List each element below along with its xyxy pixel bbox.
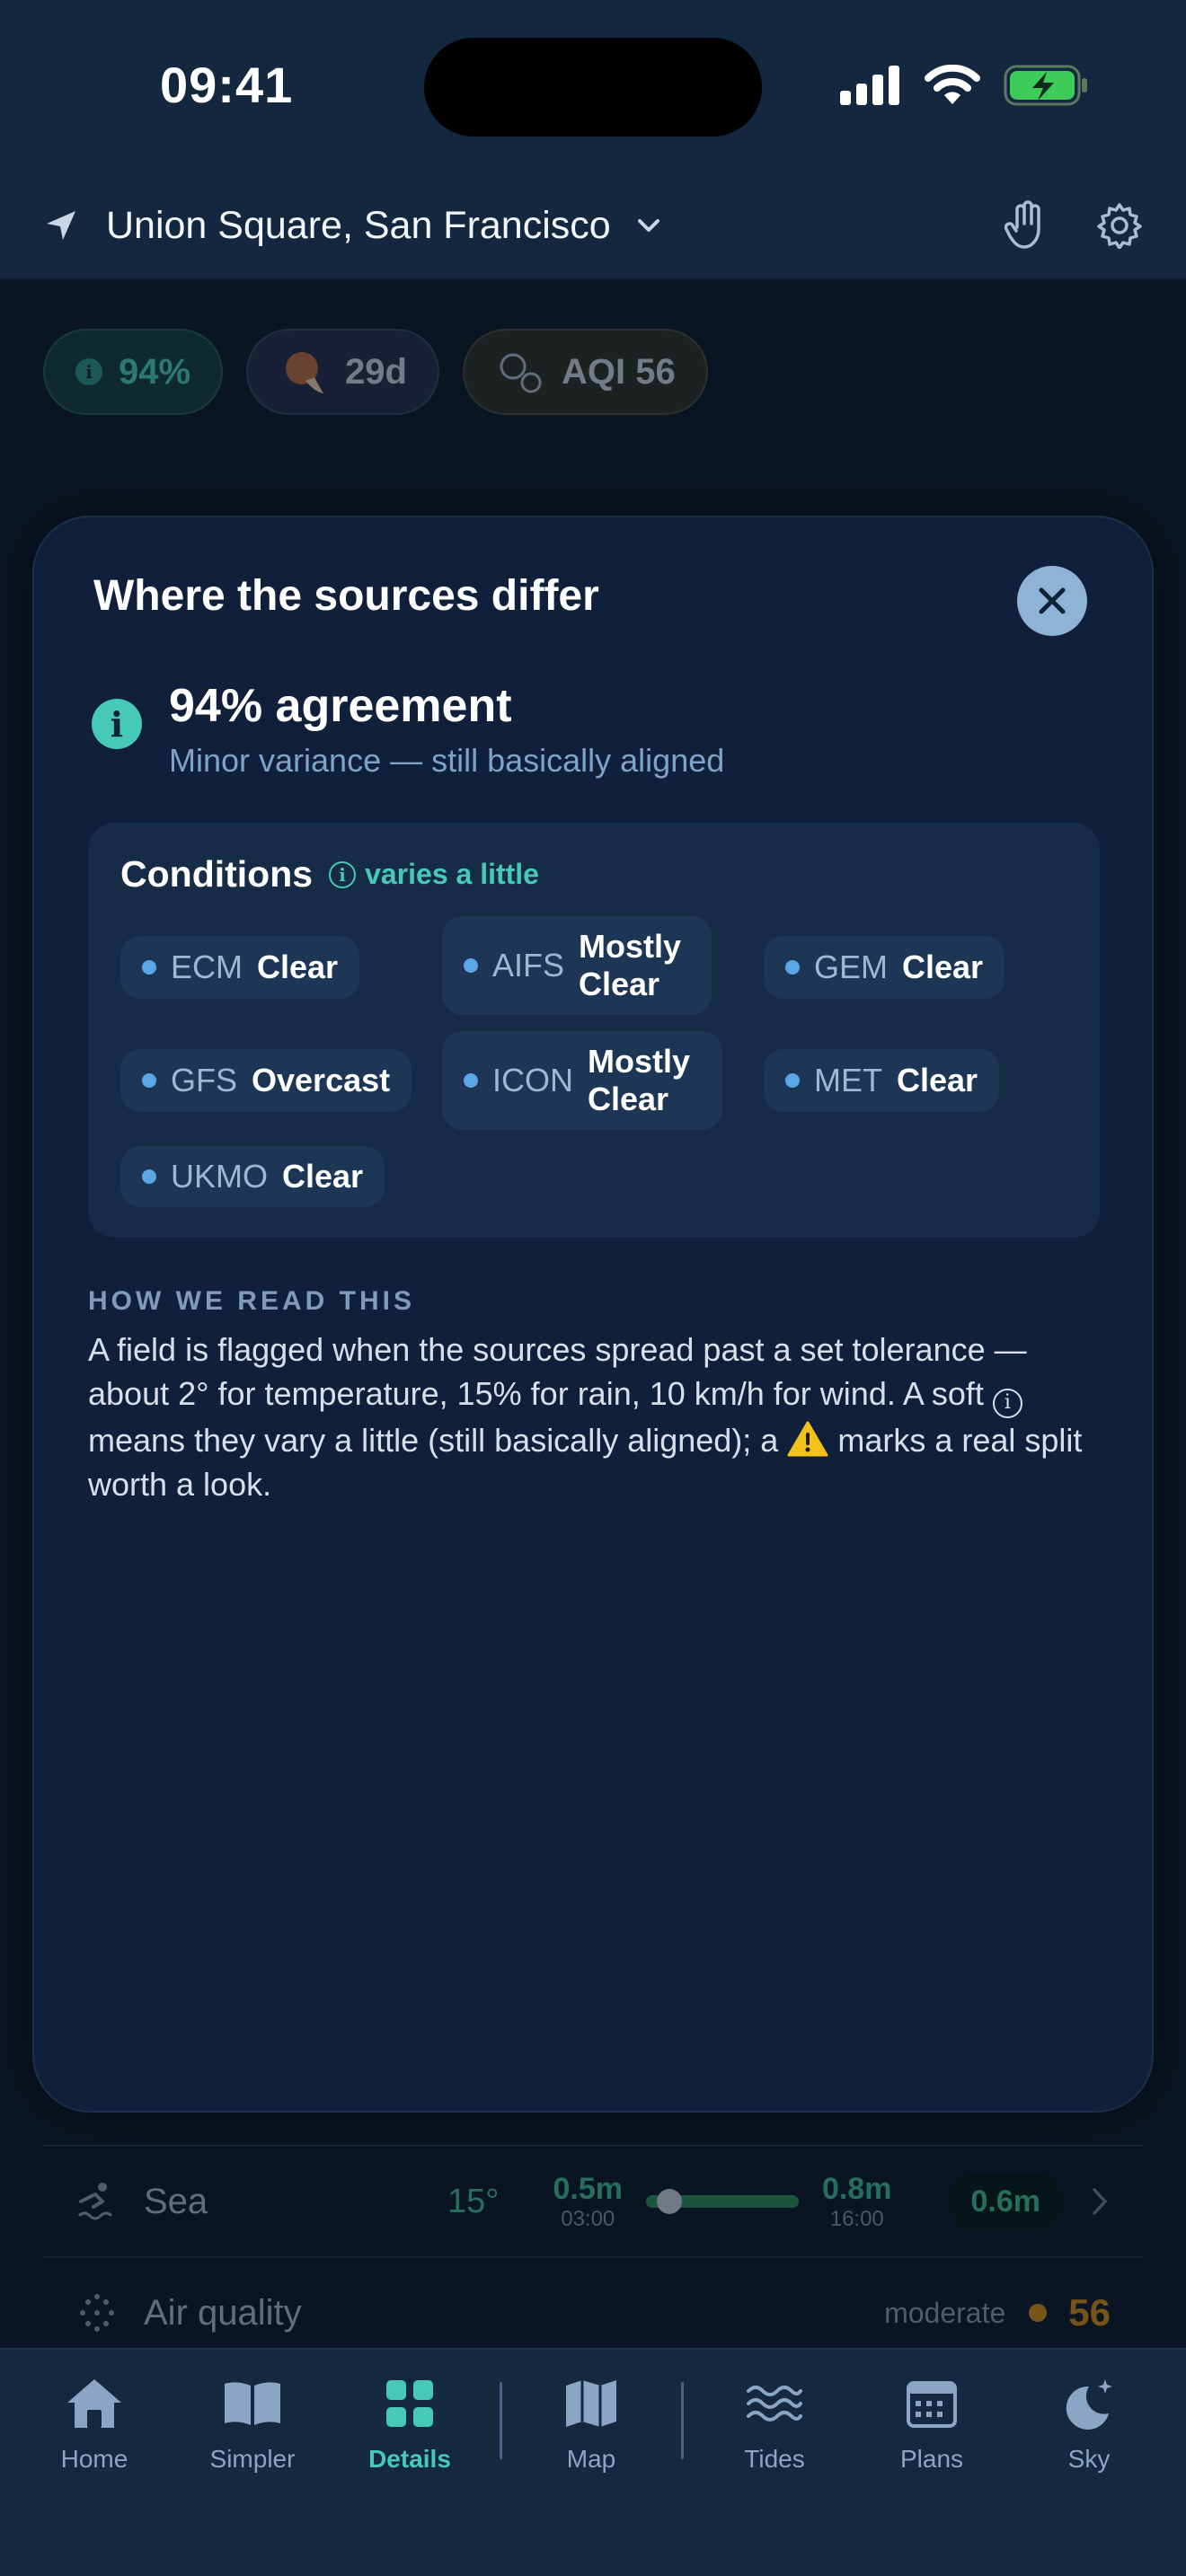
book-icon (225, 2382, 280, 2425)
air-quality-value: 56 (1068, 2291, 1111, 2333)
wifi-icon (925, 65, 980, 104)
hand-icon[interactable] (1005, 200, 1048, 251)
sheet-title: Where the sources differ (93, 572, 599, 620)
cellular-signal-icon (840, 66, 899, 105)
air-quality-level: moderate (884, 2296, 1006, 2329)
calendar-icon (907, 2381, 957, 2428)
chevron-right-icon[interactable] (1089, 2186, 1111, 2217)
source-pill-gfs[interactable]: GFS Overcast (120, 1049, 412, 1112)
source-dot (142, 960, 156, 975)
source-pill-met[interactable]: MET Clear (764, 1049, 1000, 1112)
particles-icon (500, 353, 542, 393)
air-dots-icon (80, 2294, 114, 2332)
how-we-read-text: A field is flagged when the sources spre… (88, 1331, 1083, 1503)
tab-home[interactable]: Home (22, 2377, 166, 2474)
agreement-subtitle: Minor variance — still basically aligned (169, 742, 725, 779)
warning-icon (787, 1421, 828, 1457)
summary-chips: i 94% 29d AQI 56 (43, 329, 708, 415)
status-time: 09:41 (160, 57, 294, 113)
status-icons (840, 63, 1090, 108)
how-we-read-label: HOW WE READ THIS (88, 1286, 415, 1316)
varies-label: varies a little (365, 858, 539, 890)
map-icon (566, 2380, 616, 2427)
moon-phase-icon (286, 352, 324, 393)
source-pill-icon[interactable]: ICON Mostly Clear (442, 1031, 722, 1130)
source-dot (464, 958, 478, 973)
air-quality-label: Air quality (144, 2292, 302, 2333)
agreement-summary: i 94% agreement Minor variance — still b… (92, 679, 724, 780)
sea-range-bar (646, 2189, 799, 2214)
info-outline-icon: i (329, 860, 357, 888)
sea-range-knob (657, 2189, 682, 2214)
tab-details[interactable]: Details (338, 2377, 482, 2474)
tab-simpler[interactable]: Simpler (181, 2377, 324, 2474)
sea-current-badge: 0.6m (947, 2173, 1064, 2230)
gear-icon[interactable] (1096, 202, 1143, 249)
details-list: Sea 15° 0.5m 03:00 0.8m 16:00 0.6m Air q… (43, 2145, 1143, 2368)
air-quality-dot (1029, 2304, 1048, 2322)
info-icon: i (75, 358, 102, 385)
info-outline-icon: i (992, 1389, 1022, 1418)
sea-label: Sea (144, 2181, 208, 2221)
home-icon (67, 2379, 121, 2428)
tab-separator (500, 2382, 502, 2459)
moon-chip[interactable]: 29d (246, 329, 439, 415)
source-differences-sheet: Where the sources differ i 94% agreement… (32, 516, 1154, 2113)
swimmer-icon (77, 2183, 113, 2220)
chevron-down-icon[interactable] (634, 211, 663, 240)
source-dot (785, 960, 800, 975)
moon-stars-icon (1066, 2379, 1112, 2430)
source-dot (785, 1073, 800, 1088)
location-arrow-icon (47, 211, 75, 240)
waves-icon (747, 2386, 802, 2422)
source-pill-aifs[interactable]: AIFS Mostly Clear (442, 916, 712, 1015)
sea-row[interactable]: Sea 15° 0.5m 03:00 0.8m 16:00 0.6m (43, 2145, 1143, 2256)
location-name[interactable]: Union Square, San Francisco (106, 204, 611, 248)
source-pill-ecm[interactable]: ECM Clear (120, 936, 360, 999)
close-button[interactable] (1017, 566, 1087, 636)
tab-sky[interactable]: Sky (1017, 2377, 1161, 2474)
source-dot (142, 1073, 156, 1088)
source-dot (142, 1169, 156, 1184)
tab-map[interactable]: Map (519, 2377, 663, 2474)
tab-bar: Home Simpler Details Map Tides Plans Sky (0, 2348, 1186, 2576)
source-pill-gem[interactable]: GEM Clear (764, 936, 1005, 999)
tab-plans[interactable]: Plans (860, 2377, 1004, 2474)
agreement-value: 94% agreement (169, 680, 512, 732)
dynamic-island (424, 38, 762, 137)
agreement-chip[interactable]: i 94% (43, 329, 224, 415)
battery-charging-icon (1004, 65, 1087, 106)
conditions-title: Conditions (120, 853, 314, 895)
conditions-card: Conditions i varies a little ECM Clear A… (88, 823, 1100, 1238)
tab-tides[interactable]: Tides (703, 2377, 846, 2474)
sea-low: 0.5m 03:00 (553, 2171, 624, 2231)
location-row: Union Square, San Francisco (43, 194, 1143, 257)
tab-separator (681, 2382, 684, 2459)
grid-icon (386, 2380, 433, 2427)
info-icon: i (92, 699, 142, 749)
top-bar: 09:41 Union Square, San Francisco (0, 0, 1186, 280)
source-pill-ukmo[interactable]: UKMO Clear (120, 1146, 385, 1207)
sea-high: 0.8m 16:00 (822, 2171, 892, 2231)
aqi-chip[interactable]: AQI 56 (463, 329, 708, 415)
close-icon (1039, 587, 1066, 614)
sea-temperature: 15° (447, 2182, 500, 2220)
source-dot (464, 1073, 478, 1088)
